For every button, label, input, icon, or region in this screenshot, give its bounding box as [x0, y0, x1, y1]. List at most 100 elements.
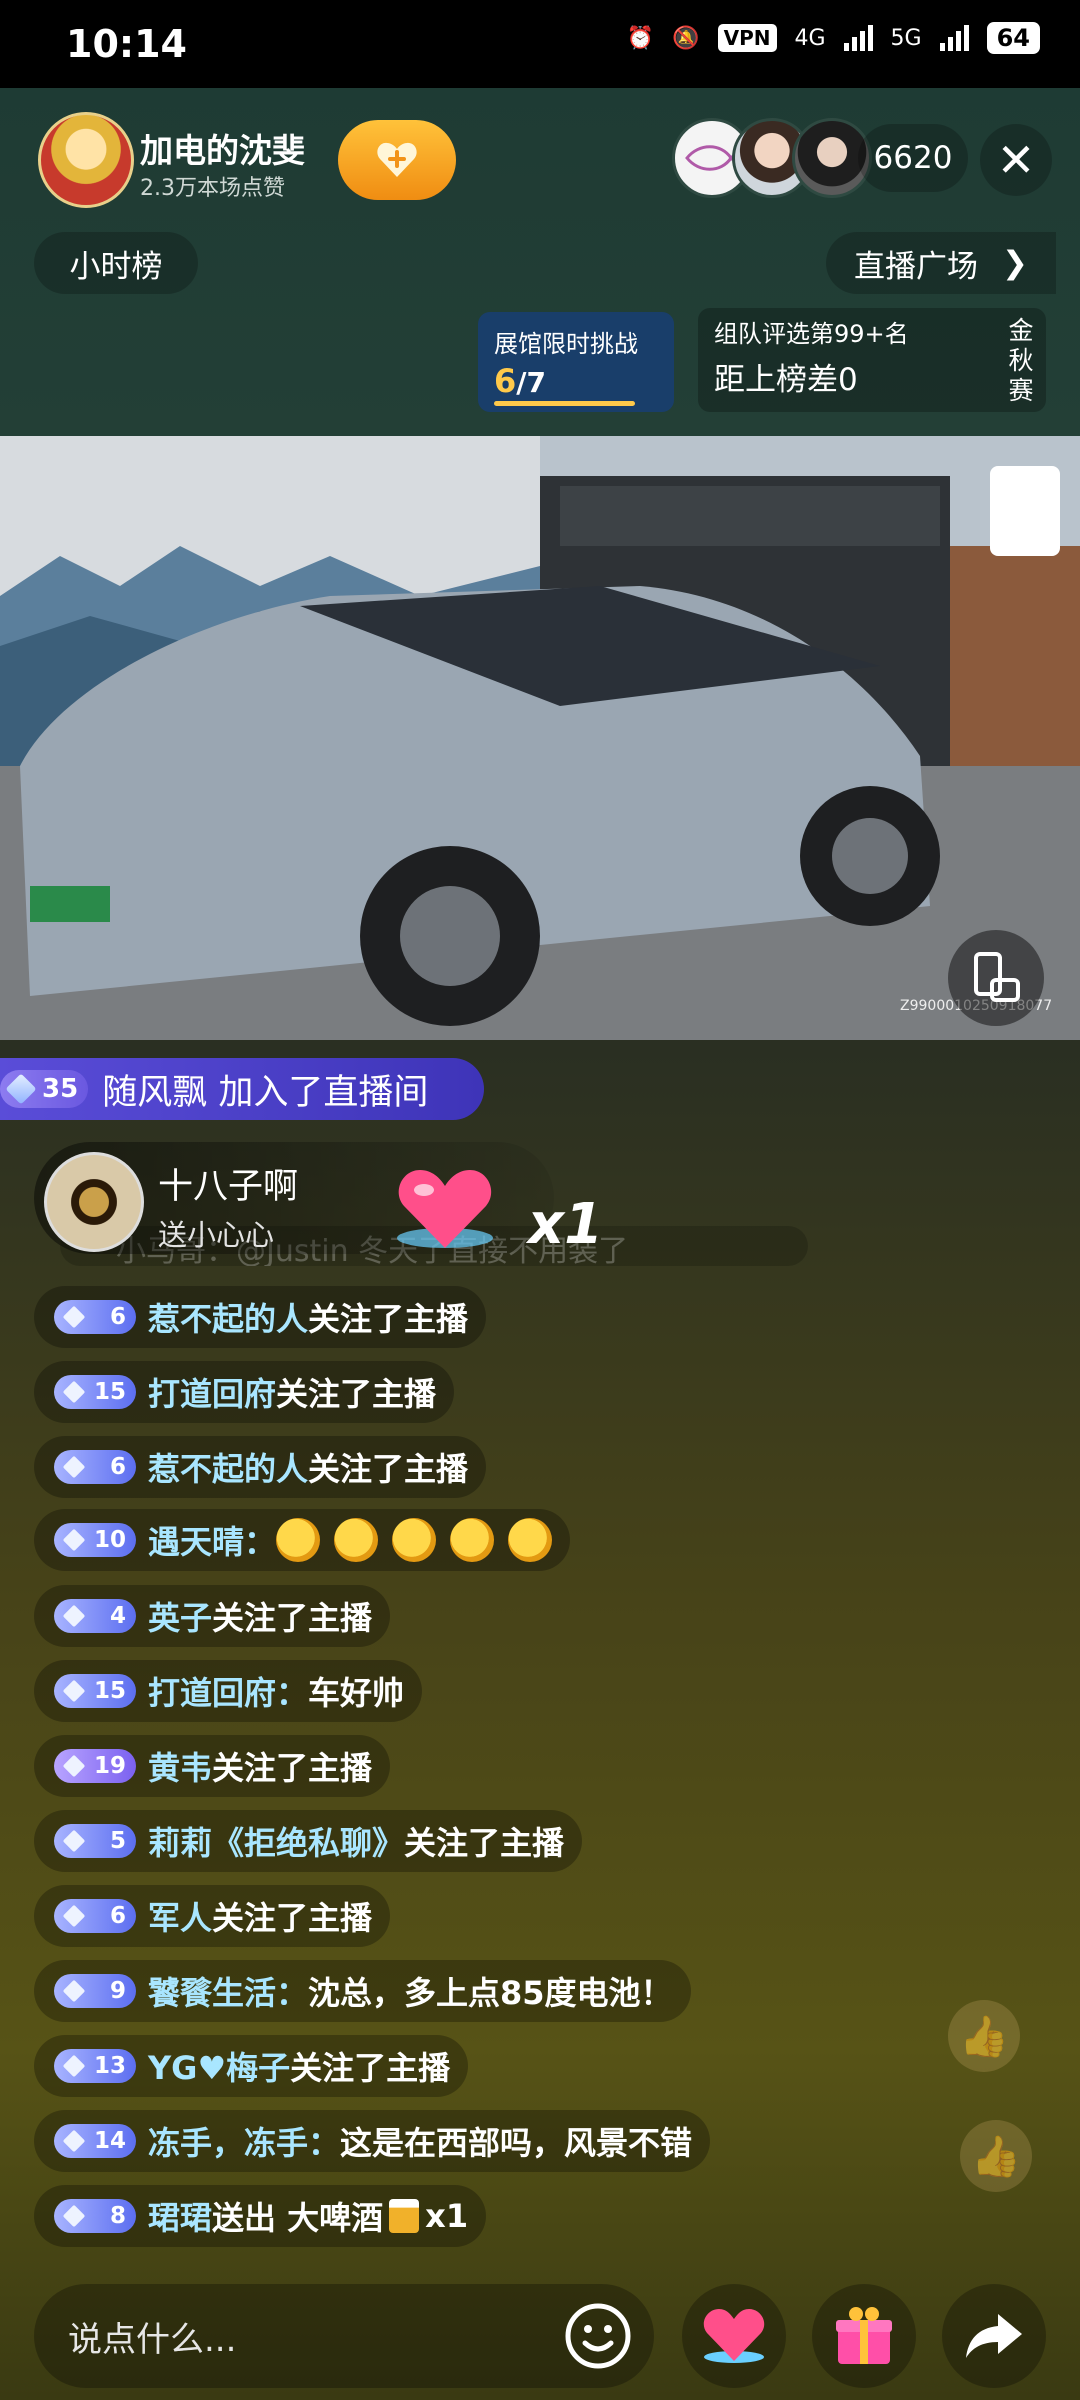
rank-card[interactable]: 组队评选第99+名 距上榜差0 金秋赛 — [698, 308, 1046, 412]
close-button[interactable]: ✕ — [980, 124, 1052, 196]
user-level-badge: 8 — [54, 2199, 136, 2233]
chat-message[interactable]: 5 莉莉《拒绝私聊》 关注了主播 — [34, 1810, 583, 1872]
clap-emoji-icon — [450, 1518, 495, 1562]
clock: 10:14 — [66, 22, 187, 66]
gift-sender-name: 十八子啊 — [158, 1167, 299, 1207]
chat-username[interactable]: 打道回府： — [148, 1668, 308, 1714]
chat-username[interactable]: 英子 — [148, 1593, 212, 1639]
live-video[interactable]: Z9900010250918077 — [0, 436, 1080, 1040]
gem-icon — [62, 1604, 86, 1628]
user-level-badge: 5 — [54, 1824, 136, 1858]
gift-description: 送小心心 — [158, 1218, 275, 1252]
level-badge: 35 — [0, 1070, 89, 1108]
heart-plus-icon — [377, 142, 417, 177]
rank-title: 组队评选第99+名 — [714, 320, 909, 348]
clap-emoji-icon — [508, 1518, 553, 1562]
chat-text: 这是在西部吗，风景不错 — [340, 2124, 693, 2162]
network-5g-label: 5G — [890, 25, 922, 51]
join-text: 随风飘 加入了直播间 — [102, 1072, 429, 1113]
follow-button[interactable] — [338, 120, 456, 200]
host-likes: 2.3万本场点赞 — [140, 176, 285, 201]
signal-icon — [939, 25, 969, 51]
chat-message[interactable]: 10 遇天晴： — [34, 1509, 571, 1571]
chat-text: 关注了主播 — [212, 1749, 373, 1787]
thumbs-up-icon: 👍 — [948, 2000, 1020, 2072]
share-arrow-icon — [966, 2314, 1022, 2358]
challenge-progress: 6/7 — [494, 362, 546, 400]
emoji-button[interactable] — [556, 2294, 640, 2378]
host-avatar[interactable] — [38, 112, 134, 208]
chat-message[interactable]: 9 饕餮生活： 沈总，多上点85度电池！ — [34, 1960, 691, 2022]
heart-gift-button[interactable] — [682, 2284, 786, 2388]
chat-message[interactable]: 6 惹不起的人 关注了主播 — [34, 1286, 487, 1348]
gem-icon — [62, 1904, 86, 1928]
rotate-screen-button[interactable] — [948, 930, 1044, 1026]
chat-username[interactable]: 惹不起的人 — [148, 1294, 308, 1340]
join-notification: 35 随风飘 加入了直播间 — [0, 1058, 484, 1120]
gift-box-button[interactable] — [812, 2284, 916, 2388]
user-level-badge: 10 — [54, 1523, 136, 1557]
gem-icon — [62, 1754, 86, 1778]
alarm-icon: ⏰ — [626, 25, 655, 51]
smiley-icon — [565, 2303, 631, 2369]
clap-emoji-icon — [334, 1518, 379, 1562]
mute-icon: 🔕 — [672, 25, 700, 51]
gift-count: x1 — [528, 1192, 604, 1257]
user-level-badge: 6 — [54, 1450, 136, 1484]
gem-icon — [62, 2129, 86, 2153]
challenge-progress-bar — [494, 401, 635, 406]
chat-text: 关注了主播 — [308, 1300, 469, 1338]
chat-username[interactable]: 军人 — [148, 1893, 212, 1939]
gift-sender-avatar — [44, 1152, 144, 1252]
status-bar: 10:14 ⏰ 🔕 VPN 4G 5G 64 — [0, 0, 1080, 88]
chat-message[interactable]: 4 英子 关注了主播 — [34, 1585, 391, 1647]
heart-icon — [703, 2309, 765, 2363]
chat-username[interactable]: YG♥梅子 — [148, 2043, 290, 2089]
battery-indicator: 64 — [986, 22, 1040, 54]
live-plaza-button[interactable]: 直播广场 ❯ — [826, 232, 1056, 294]
chat-username[interactable]: 黄韦 — [148, 1743, 212, 1789]
share-button[interactable] — [942, 2284, 1046, 2388]
chat-text: 关注了主播 — [212, 1599, 373, 1637]
user-level-badge: 14 — [54, 2124, 136, 2158]
chat-message[interactable]: 8 珺珺 送出 大啤酒 x1 — [34, 2185, 487, 2247]
gift-quantity: x1 — [425, 2197, 469, 2235]
vpn-indicator: VPN — [717, 24, 777, 52]
gem-icon — [62, 2204, 86, 2228]
chat-message[interactable]: 15 打道回府： 车好帅 — [34, 1660, 423, 1722]
chat-text: 沈总，多上点85度电池！ — [308, 1974, 673, 2012]
rank-event-label: 金秋赛 — [1008, 316, 1034, 405]
clap-emoji-icon — [276, 1518, 321, 1562]
chat-username[interactable]: 惹不起的人 — [148, 1444, 308, 1490]
chat-message[interactable]: 14 冻手，冻手： 这是在西部吗，风景不错 — [34, 2110, 711, 2172]
chat-message[interactable]: 13 YG♥梅子 关注了主播 — [34, 2035, 469, 2097]
chat-message[interactable]: 6 军人 关注了主播 — [34, 1885, 391, 1947]
chat-message[interactable]: 6 惹不起的人 关注了主播 — [34, 1436, 487, 1498]
chat-username[interactable]: 珺珺 — [148, 2193, 212, 2239]
gem-icon — [62, 1305, 86, 1329]
host-info[interactable]: 加电的沈斐 2.3万本场点赞 — [32, 108, 462, 212]
chat-text: 关注了主播 — [290, 2049, 451, 2087]
close-icon: ✕ — [996, 133, 1036, 187]
gift-box-icon — [836, 2307, 892, 2364]
viewer-count[interactable]: 6620 — [858, 124, 968, 192]
chat-text: 车好帅 — [308, 1674, 405, 1712]
chat-username[interactable]: 遇天晴： — [148, 1517, 276, 1563]
user-level-badge: 13 — [54, 2049, 136, 2083]
gem-icon — [62, 1679, 86, 1703]
chat-text: 送出 大啤酒 — [212, 2199, 384, 2237]
chat-username[interactable]: 打道回府 — [148, 1369, 276, 1415]
chat-username[interactable]: 饕餮生活： — [148, 1968, 308, 2014]
user-level-badge: 15 — [54, 1375, 136, 1409]
challenge-card[interactable]: 展馆限时挑战 6/7 — [478, 312, 674, 412]
hourly-rank-button[interactable]: 小时榜 — [34, 232, 198, 294]
gem-icon — [62, 1528, 86, 1552]
top-viewers[interactable] — [672, 118, 872, 198]
gem-icon — [62, 1455, 86, 1479]
chat-message[interactable]: 15 打道回府 关注了主播 — [34, 1361, 455, 1423]
beer-icon — [389, 2199, 420, 2233]
chat-username[interactable]: 莉莉《拒绝私聊》 — [148, 1818, 404, 1864]
chat-username[interactable]: 冻手，冻手： — [148, 2118, 340, 2164]
host-name: 加电的沈斐 — [140, 131, 305, 170]
chat-message[interactable]: 19 黄韦 关注了主播 — [34, 1735, 391, 1797]
